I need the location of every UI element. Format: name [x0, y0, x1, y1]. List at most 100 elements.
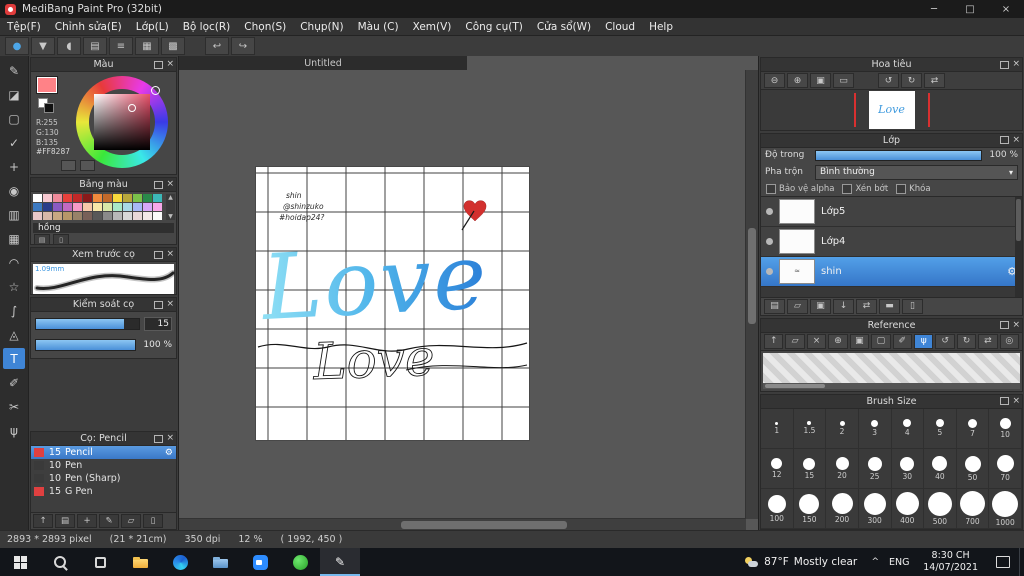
brush-size-option[interactable]: 10 — [989, 408, 1022, 449]
palette-swatch[interactable] — [73, 212, 82, 220]
brush-size-option[interactable]: 1 — [761, 408, 794, 449]
palette-swatch[interactable] — [113, 194, 122, 202]
edit-brush-icon[interactable]: ✎ — [99, 514, 119, 528]
palette-swatch[interactable] — [123, 194, 132, 202]
brush-size-option[interactable]: 30 — [891, 448, 925, 489]
close-icon[interactable]: × — [166, 60, 174, 69]
delete-brush-icon[interactable]: ▯ — [143, 514, 163, 528]
palette-swatch[interactable] — [153, 194, 162, 202]
palette-swatch[interactable] — [73, 203, 82, 211]
brush-item[interactable]: 15 G Pen ⚙ — [31, 485, 176, 498]
close-icon[interactable]: × — [1012, 320, 1020, 330]
palette-scrollbar[interactable]: ▲ ▼ — [166, 194, 175, 220]
menu-item[interactable]: Bộ lọc(R) — [176, 21, 238, 33]
brush-size-option[interactable]: 20 — [826, 448, 859, 489]
sv-cursor[interactable] — [128, 104, 136, 112]
brush-size-slider[interactable] — [35, 318, 140, 330]
opacity-slider[interactable] — [815, 149, 982, 161]
palette-swatch[interactable] — [143, 212, 152, 220]
palette-swatch[interactable] — [53, 203, 62, 211]
palette-selected-row[interactable]: hồng — [33, 223, 174, 233]
brush-size-option[interactable]: 3 — [858, 408, 892, 449]
scroll-up-icon[interactable]: ▲ — [168, 194, 173, 201]
weather-widget[interactable]: 87°F Mostly clear — [735, 556, 866, 568]
minimize-button[interactable]: ─ — [916, 0, 952, 18]
palette-swatch[interactable] — [93, 212, 102, 220]
palette-swatch[interactable] — [93, 194, 102, 202]
color-mode-button-1[interactable] — [61, 160, 76, 171]
scroll-down-icon[interactable]: ▼ — [168, 213, 173, 220]
vertical-scroll-thumb[interactable] — [748, 228, 756, 324]
popout-icon[interactable] — [154, 250, 164, 259]
palette-swatch[interactable] — [153, 212, 162, 220]
palette-swatch[interactable] — [33, 203, 42, 211]
save-icon[interactable]: ▼ — [31, 37, 55, 55]
brush-size-option[interactable]: 25 — [858, 448, 892, 489]
ref-rotate-right-icon[interactable]: ↻ — [956, 333, 977, 349]
close-icon[interactable]: × — [1012, 135, 1020, 145]
maximize-button[interactable]: □ — [952, 0, 988, 18]
secondary-swatch-black[interactable] — [44, 103, 54, 113]
move-tool[interactable]: + — [3, 156, 25, 177]
canvas-vertical-scrollbar[interactable] — [745, 70, 758, 519]
ref-reset-icon[interactable]: ◎ — [999, 333, 1020, 349]
language-indicator[interactable]: ENG — [884, 557, 914, 568]
palette-swatch[interactable] — [113, 212, 122, 220]
palette-swatch[interactable] — [83, 194, 92, 202]
popout-icon[interactable] — [154, 300, 164, 309]
layer-down-icon[interactable]: ↓ — [833, 298, 854, 314]
palette-swatch[interactable] — [143, 203, 152, 211]
gradient-tool[interactable]: ▥ — [3, 204, 25, 225]
comment-icon[interactable]: ◖ — [57, 37, 81, 55]
brush-size-option[interactable]: 40 — [924, 448, 957, 489]
select-rect-tool[interactable]: ▢ — [3, 108, 25, 129]
nav-fit-icon[interactable]: ▣ — [810, 73, 831, 88]
brush-size-value[interactable]: 15 — [144, 317, 172, 331]
brush-size-option[interactable]: 70 — [989, 448, 1022, 489]
color-mode-button-2[interactable] — [80, 160, 95, 171]
grid-view-icon[interactable]: ▦ — [135, 37, 159, 55]
document-tab[interactable]: Untitled — [179, 56, 467, 70]
visibility-dot-icon[interactable] — [766, 207, 773, 215]
ref-close-icon[interactable]: × — [806, 333, 827, 349]
horizontal-scroll-thumb[interactable] — [401, 521, 567, 529]
palette-swatch[interactable] — [83, 203, 92, 211]
close-icon[interactable]: × — [1012, 396, 1020, 406]
brush-item[interactable]: 15 Pencil ⚙ — [31, 446, 176, 459]
layer-folder-icon[interactable]: ▱ — [787, 298, 808, 314]
popout-icon[interactable] — [1000, 60, 1010, 69]
undo-button[interactable]: ↩ — [205, 37, 229, 55]
palette-swatch[interactable] — [103, 203, 112, 211]
palette-swatch[interactable] — [73, 194, 82, 202]
brush-size-option[interactable]: 4 — [891, 408, 925, 449]
select-pen-tool[interactable]: ✓ — [3, 132, 25, 153]
close-button[interactable]: × — [988, 0, 1024, 18]
new-brush-icon[interactable]: ▤ — [55, 514, 75, 528]
brush-dot-icon[interactable]: ● — [5, 37, 29, 55]
brush-size-option[interactable]: 150 — [793, 488, 827, 529]
magic-wand-tool[interactable]: ☆ — [3, 276, 25, 297]
palette-swatch[interactable] — [123, 212, 132, 220]
divide-tool[interactable]: ✂ — [3, 396, 25, 417]
popout-icon[interactable] — [154, 60, 164, 69]
show-desktop-button[interactable] — [1019, 548, 1024, 576]
tray-overflow-chevron[interactable]: ^ — [866, 557, 884, 567]
visibility-dot-icon[interactable] — [766, 267, 773, 275]
taskbar-clock[interactable]: 8:30 CH 14/07/2021 — [914, 550, 987, 575]
ref-pipette-icon[interactable]: ✐ — [892, 333, 912, 349]
layer-duplicate-icon[interactable]: ▣ — [810, 298, 831, 314]
brush-size-option[interactable]: 100 — [761, 488, 794, 529]
brush-size-option[interactable]: 200 — [826, 488, 859, 529]
layer-list-scrollbar[interactable] — [1015, 196, 1022, 297]
blend-mode-select[interactable]: Bình thường ▾ — [815, 164, 1018, 180]
palette-swatch[interactable] — [43, 194, 52, 202]
brush-size-option[interactable]: 1000 — [989, 488, 1022, 529]
foreground-swatch[interactable] — [37, 77, 57, 93]
layer-row[interactable]: Lớp5 ⚙ — [761, 196, 1022, 227]
reference-scroll-thumb[interactable] — [765, 383, 825, 388]
brush-item[interactable]: 10 Pen ⚙ — [31, 459, 176, 472]
ref-rotate-left-icon[interactable]: ↺ — [935, 333, 955, 349]
palette-swatch[interactable] — [93, 203, 102, 211]
ref-folder-icon[interactable]: ▱ — [785, 333, 805, 349]
popout-icon[interactable] — [1000, 136, 1010, 145]
